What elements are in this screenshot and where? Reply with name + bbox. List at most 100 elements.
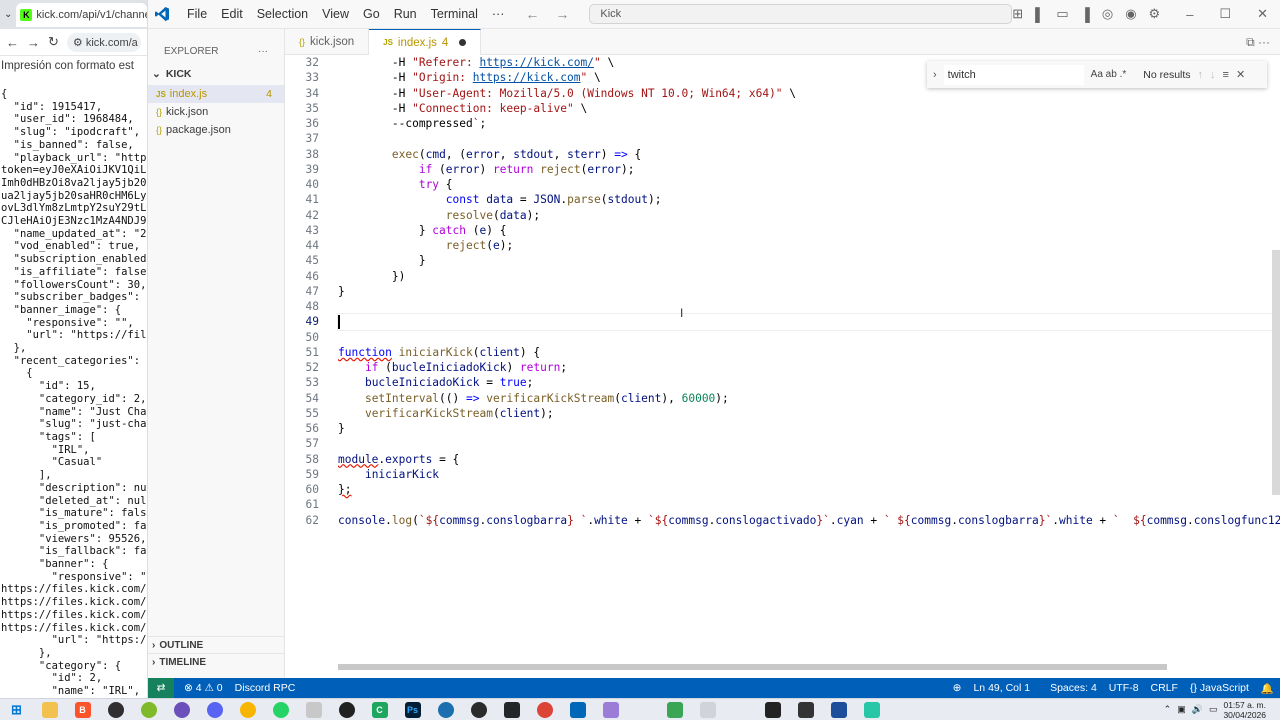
address-bar[interactable]: ⚙ kick.com/a [66, 32, 141, 52]
notifications-bell-icon[interactable]: 🔔 [1255, 682, 1280, 695]
discord-icon[interactable] [206, 701, 223, 718]
app-yellow-icon[interactable] [239, 701, 256, 718]
cursor-position[interactable]: Ln 49, Col 1 [967, 682, 1036, 694]
discord-alt-icon[interactable] [503, 701, 520, 718]
toggle-sidebar-icon[interactable]: ▌ [1035, 7, 1044, 22]
next-match-icon[interactable]: ↓ [1210, 69, 1216, 81]
line-number: 47 [305, 284, 319, 298]
file-name: kick.json [166, 106, 209, 118]
file-explorer-icon[interactable] [41, 701, 58, 718]
menu-file[interactable]: File [180, 7, 214, 21]
previous-match-icon[interactable]: ↑ [1198, 69, 1204, 81]
menu-more[interactable]: ··· [485, 7, 512, 21]
find-options[interactable]: Aa ab .* [1091, 69, 1127, 80]
discord-rpc-status[interactable]: Discord RPC [229, 682, 302, 694]
pretty-print-label[interactable]: Impresión con formato est [0, 56, 147, 72]
find-input[interactable] [943, 64, 1084, 85]
browser-tab[interactable]: K kick.com/api/v1/channels/ip [16, 2, 147, 27]
unsaved-dot-icon[interactable] [459, 39, 467, 46]
app-green-icon[interactable] [667, 701, 683, 718]
vertical-scrollbar[interactable] [1272, 250, 1280, 495]
close-icon[interactable]: ✕ [1257, 6, 1268, 22]
close-find-icon[interactable]: ✕ [1236, 68, 1245, 81]
maximize-icon[interactable]: ☐ [1219, 6, 1231, 22]
nav-back-icon[interactable]: ← [525, 6, 539, 22]
customize-layout-icon[interactable]: ⊞ [1012, 6, 1023, 22]
tab-index-js[interactable]: JS index.js 4 [369, 29, 482, 55]
find-widget: › Aa ab .* No results ↑ ↓ ≡ ✕ [927, 61, 1267, 88]
app-box2-icon[interactable] [797, 701, 814, 718]
toggle-replace-icon[interactable]: › [933, 69, 937, 81]
file-item[interactable]: JS index.js 4 [148, 85, 284, 103]
tab-list-chevron-icon[interactable]: ⌄ [4, 9, 12, 20]
copilot-icon[interactable]: ◎ [1102, 6, 1113, 22]
nav-forward-icon[interactable]: → [555, 6, 569, 22]
chrome-icon[interactable] [536, 701, 553, 718]
find-in-selection-icon[interactable]: ≡ [1223, 69, 1229, 81]
problems-status[interactable]: ⊗ 4 ⚠ 0 [178, 682, 229, 694]
file-item[interactable]: {} package.json [148, 121, 284, 139]
explorer-more-icon[interactable]: ··· [258, 46, 268, 57]
timeline-section[interactable]: › TIMELINE [148, 653, 285, 670]
line-number: 62 [305, 513, 319, 527]
indentation-status[interactable]: Spaces: 4 [1044, 682, 1103, 694]
zoom-icon[interactable]: ⊕ [947, 682, 968, 694]
github-icon[interactable] [338, 701, 355, 718]
menu-bar: File Edit Selection View Go Run Terminal ··· [180, 7, 511, 21]
json-line: Imh0dHBzOi8va2ljay5jb20sa [1, 176, 148, 189]
app-misc-icon[interactable] [305, 701, 322, 718]
obs-icon[interactable] [107, 701, 124, 718]
photoshop-icon[interactable]: Ps [404, 701, 421, 718]
menu-run[interactable]: Run [387, 7, 424, 21]
app-icon[interactable] [173, 701, 190, 718]
settings-gear-icon[interactable]: ⚙ [1149, 6, 1161, 22]
chevron-right-icon: › [152, 656, 156, 668]
vscode-window: File Edit Selection View Go Run Terminal ··· ← … [148, 0, 1280, 698]
line-number: 36 [305, 117, 319, 130]
whatsapp-icon[interactable] [272, 701, 289, 718]
toggle-secondary-sidebar-icon[interactable]: ▐ [1081, 7, 1090, 22]
horizontal-scrollbar[interactable] [338, 664, 1167, 670]
menu-terminal[interactable]: Terminal [424, 7, 485, 21]
forward-icon[interactable]: → [27, 35, 40, 50]
accounts-icon[interactable]: ◉ [1125, 6, 1136, 22]
camtasia-icon[interactable]: C [371, 701, 388, 718]
tab-kick-json[interactable]: {} kick.json [285, 29, 370, 55]
mail-icon[interactable] [700, 701, 716, 718]
back-icon[interactable]: ← [6, 35, 19, 50]
file-item[interactable]: {} kick.json [148, 103, 284, 121]
clock[interactable]: 01:57 a. m. 30/04/2026 [1223, 700, 1266, 720]
reload-icon[interactable]: ↻ [48, 34, 59, 50]
xbox-icon[interactable] [140, 701, 157, 718]
code-editor[interactable]: 32 33 34 35 36 37 38 39 40 41 42 43 44 45 46 47 48 49 50 51… [285, 55, 1280, 678]
menu-selection[interactable]: Selection [250, 7, 315, 21]
split-editor-icon[interactable]: ⧉ ··· [1236, 29, 1280, 54]
eol-status[interactable]: CRLF [1145, 682, 1184, 694]
folder-kick[interactable]: ⌄ KICK [148, 63, 284, 85]
menu-go[interactable]: Go [356, 7, 387, 21]
app-teal-icon[interactable] [863, 701, 880, 718]
app-dark-icon[interactable] [470, 701, 487, 718]
command-center[interactable]: Kick [589, 4, 1013, 24]
windows-start-icon[interactable]: ⊞ [9, 702, 25, 718]
battery-icon[interactable]: ▭ [1209, 704, 1218, 715]
app-mountain-icon[interactable] [602, 701, 619, 718]
tray-overflow-icon[interactable]: ⌃ [1164, 704, 1172, 715]
minimize-icon[interactable]: – [1186, 7, 1193, 22]
code-area[interactable]: -H "Referer: https://kick.com/" \ -H "Or… [337, 55, 1280, 528]
volume-icon[interactable]: 🔊 [1192, 704, 1203, 715]
steam-icon[interactable] [437, 701, 454, 718]
menu-edit[interactable]: Edit [214, 7, 250, 21]
site-info-icon[interactable]: ⚙ [73, 37, 86, 49]
toggle-panel-icon[interactable]: ▭ [1056, 6, 1068, 22]
outline-section[interactable]: › OUTLINE [148, 636, 285, 653]
brave-browser-icon[interactable]: B [74, 701, 91, 718]
app-blue-icon[interactable] [830, 701, 847, 718]
menu-view[interactable]: View [315, 7, 356, 21]
language-mode[interactable]: {} JavaScript [1184, 682, 1255, 694]
network-icon[interactable]: ▣ [1177, 704, 1186, 715]
vscode-taskbar-icon[interactable] [569, 701, 586, 718]
app-box-icon[interactable] [764, 701, 781, 718]
encoding-status[interactable]: UTF-8 [1103, 682, 1145, 694]
remote-indicator-icon[interactable]: ⇄ [148, 678, 174, 698]
